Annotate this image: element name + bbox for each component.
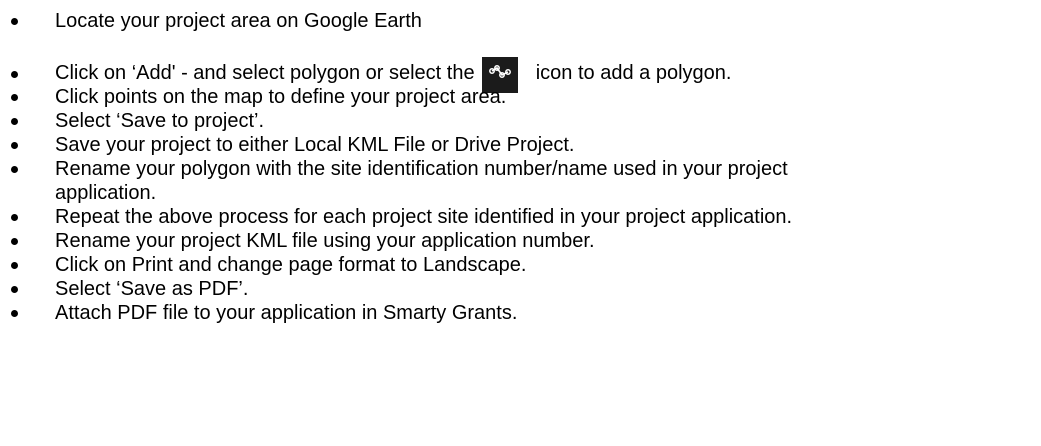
bullet-icon: [11, 286, 18, 293]
list-item-locate: Locate your project area on Google Earth: [0, 9, 1041, 33]
bullet-icon: [11, 18, 18, 25]
list-item-save-kml: Save your project to either Local KML Fi…: [0, 133, 1041, 157]
step-text: Attach PDF file to your application in S…: [55, 302, 518, 324]
list-item-rename-kml: Rename your project KML file using your …: [0, 229, 1041, 253]
step-text: Select ‘Save as PDF’.: [55, 278, 249, 300]
bullet-icon: [11, 94, 18, 101]
list-item-repeat: Repeat the above process for each projec…: [0, 205, 1041, 229]
bullet-icon: [11, 262, 18, 269]
bullet-icon: [11, 310, 18, 317]
step-text-line-1: Rename your polygon with the site identi…: [55, 158, 788, 180]
step-text: Select ‘Save to project’.: [55, 110, 264, 132]
step-text: Locate your project area on Google Earth: [55, 10, 422, 32]
instruction-document: Locate your project area on Google Earth…: [0, 0, 1041, 446]
list-item-save-pdf: Select ‘Save as PDF’.: [0, 277, 1041, 301]
bullet-icon: [11, 166, 18, 173]
list-item-click-points: Click points on the map to define your p…: [0, 85, 1041, 109]
step-text: Rename your project KML file using your …: [55, 230, 595, 252]
step-text: Repeat the above process for each projec…: [55, 206, 793, 228]
bullet-icon: [11, 118, 18, 125]
step-text-after-icon: icon to add a polygon.: [535, 62, 732, 84]
step-text: Click on Print and change page format to…: [55, 254, 527, 276]
list-item-rename-polygon: Rename your polygon with the site identi…: [0, 157, 1041, 205]
bullet-icon: [11, 142, 18, 149]
bullet-icon: [11, 71, 18, 78]
list-item-attach-pdf: Attach PDF file to your application in S…: [0, 301, 1041, 325]
step-text: Save your project to either Local KML Fi…: [55, 134, 575, 156]
step-text-line-2: application.: [55, 182, 157, 204]
step-text-before-icon: Click on ‘Add' - and select polygon or s…: [55, 62, 475, 84]
list-item-print: Click on Print and change page format to…: [0, 253, 1041, 277]
step-text: Click points on the map to define your p…: [55, 86, 507, 108]
list-item-add-polygon: Click on ‘Add' - and select polygon or s…: [0, 49, 1041, 93]
list-item-save-to-project: Select ‘Save to project’.: [0, 109, 1041, 133]
bullet-icon: [11, 214, 18, 221]
bullet-icon: [11, 238, 18, 245]
instruction-list: Locate your project area on Google Earth…: [0, 9, 1041, 325]
